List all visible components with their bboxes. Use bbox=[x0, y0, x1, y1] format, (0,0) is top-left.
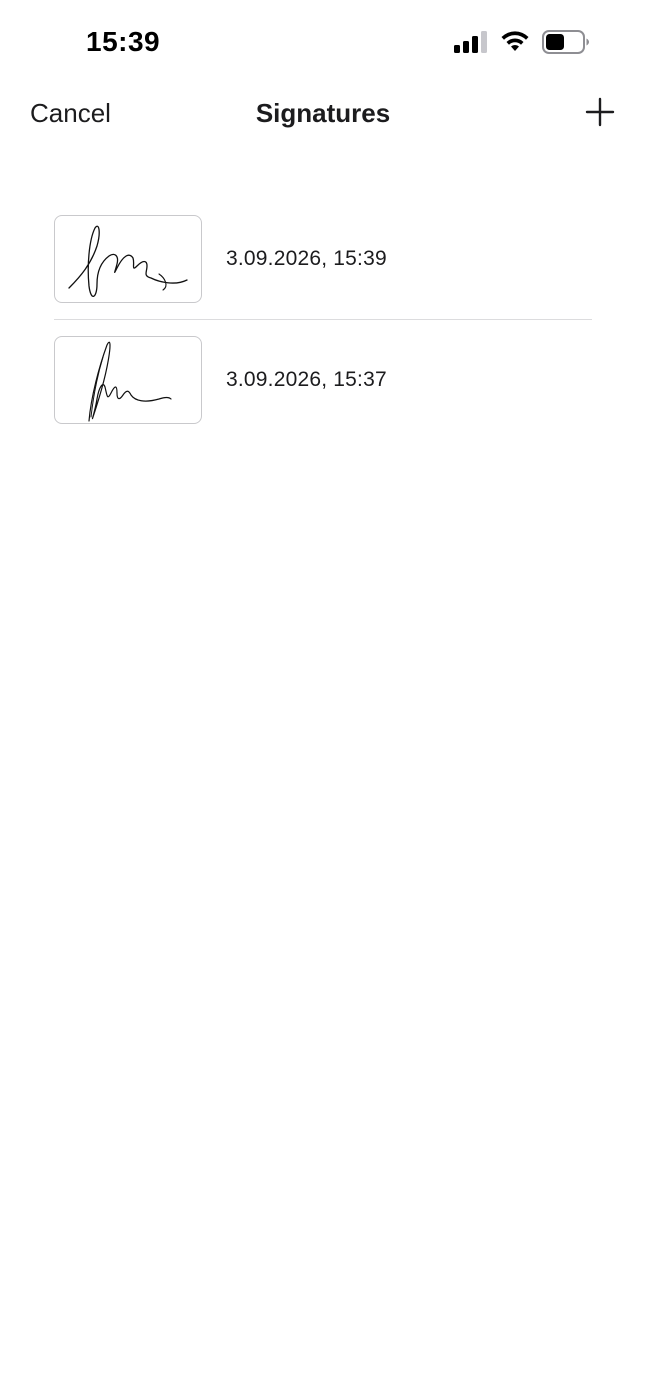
status-bar: 15:39 bbox=[0, 0, 646, 88]
wifi-icon bbox=[500, 31, 530, 53]
cellular-signal-icon bbox=[454, 31, 488, 53]
signature-row[interactable]: 3.09.2026, 15:39 bbox=[54, 214, 592, 304]
row-divider bbox=[54, 319, 592, 320]
cancel-button[interactable]: Cancel bbox=[30, 98, 111, 129]
signature-date: 3.09.2026, 15:39 bbox=[226, 247, 387, 270]
plus-icon bbox=[580, 97, 620, 135]
navigation-bar: Cancel Signatures bbox=[0, 88, 646, 142]
status-icons bbox=[454, 30, 590, 54]
signature-thumbnail bbox=[54, 215, 202, 303]
signature-list: 3.09.2026, 15:39 3.09.2026, 15:37 bbox=[54, 214, 592, 425]
signature-row[interactable]: 3.09.2026, 15:37 bbox=[54, 335, 592, 425]
battery-icon bbox=[542, 30, 590, 54]
signature-date: 3.09.2026, 15:37 bbox=[226, 368, 387, 391]
status-time: 15:39 bbox=[86, 26, 161, 57]
add-signature-button[interactable] bbox=[580, 92, 620, 132]
signature-thumbnail bbox=[54, 336, 202, 424]
